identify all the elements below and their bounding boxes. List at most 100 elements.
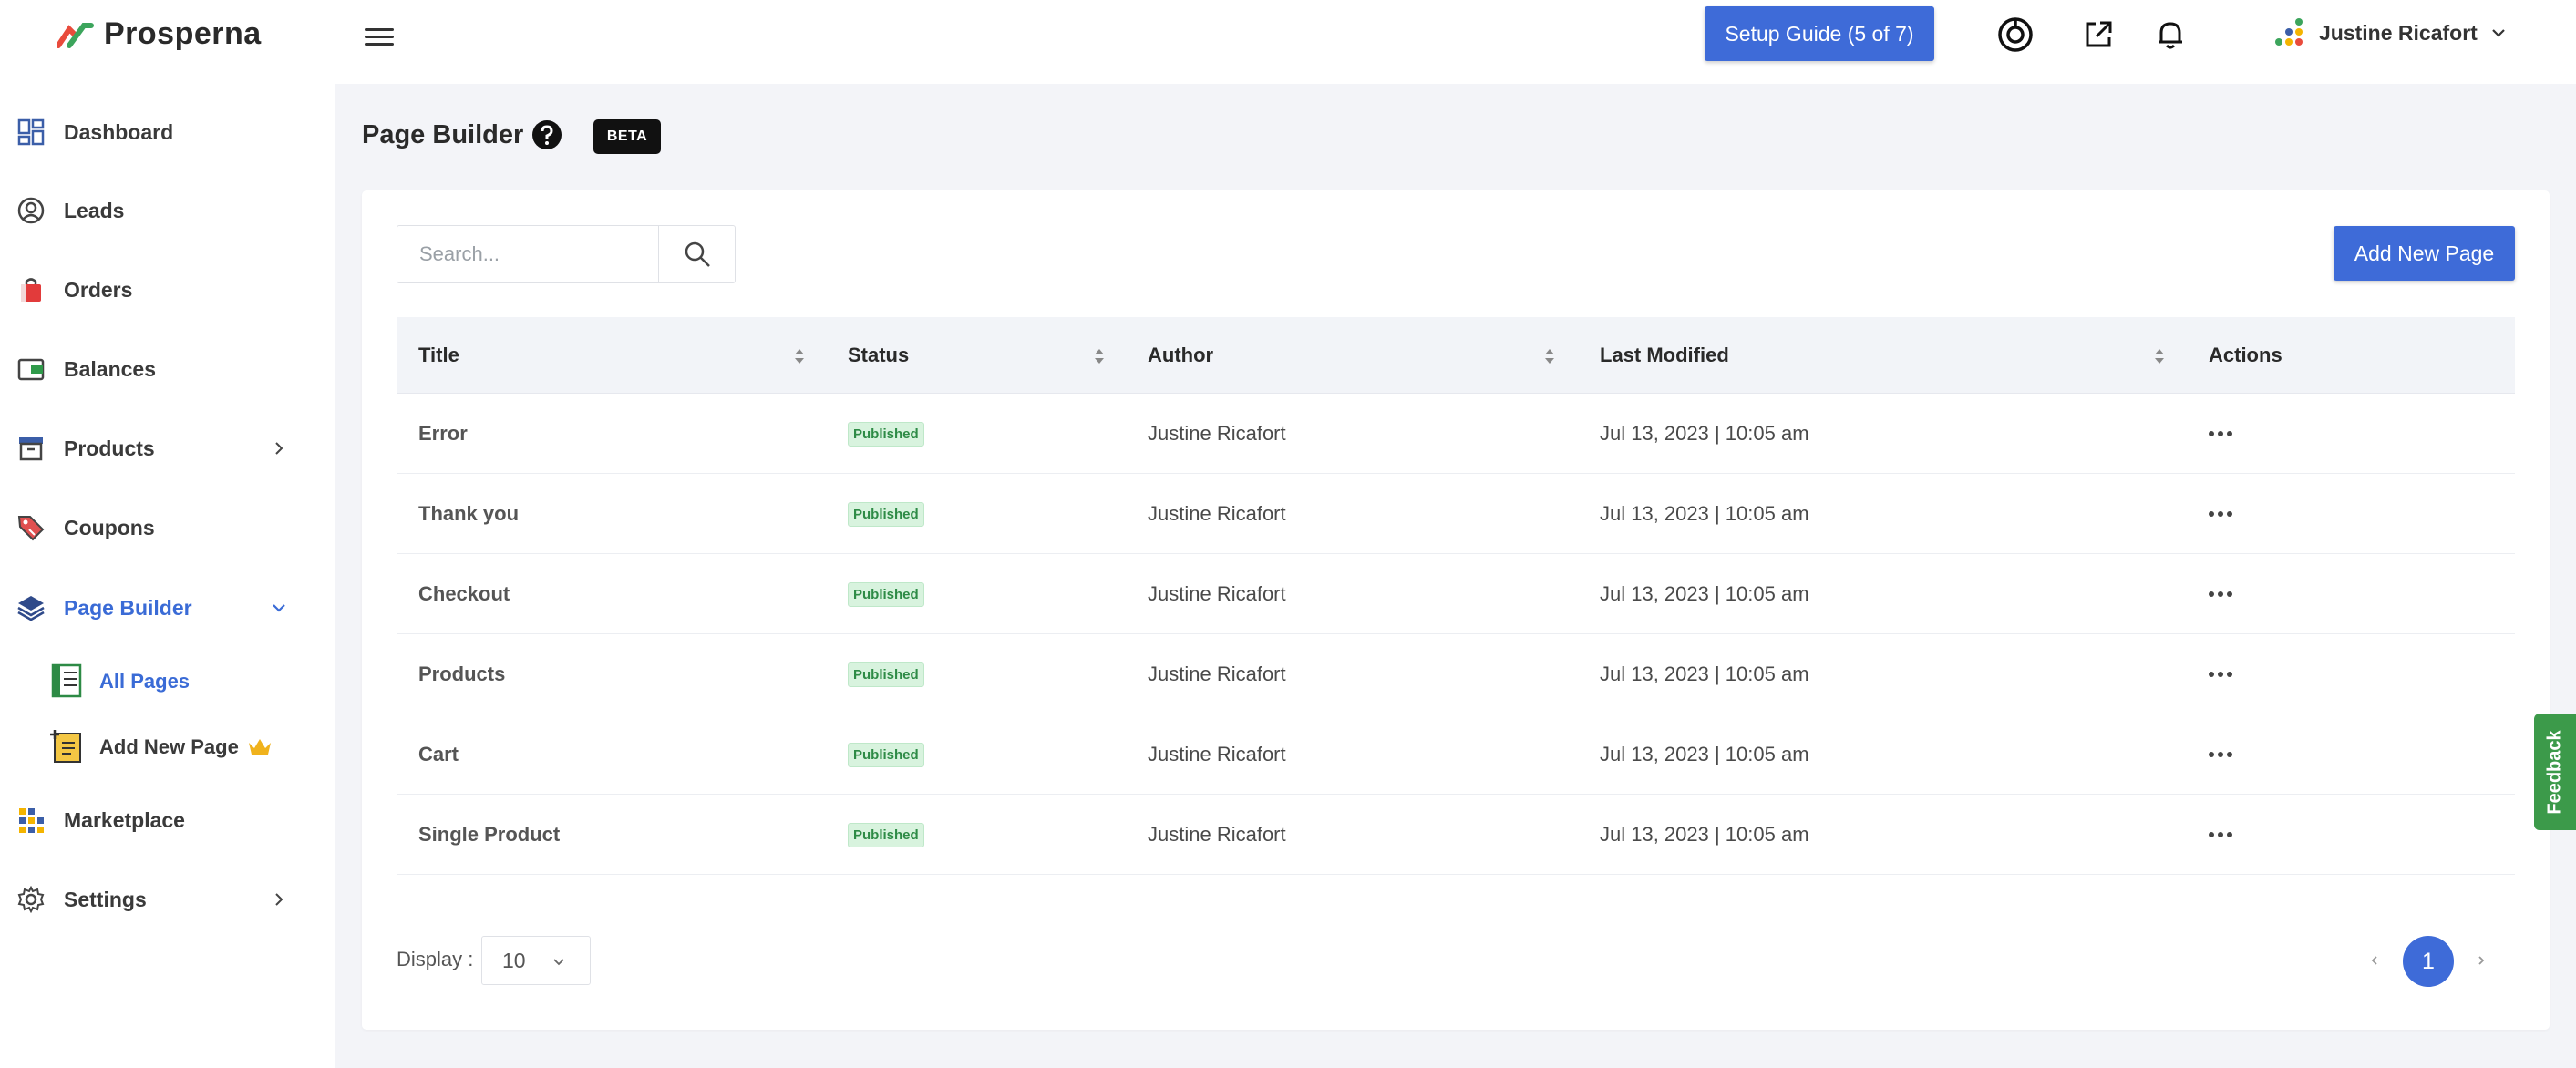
status-badge: Published [848,501,924,527]
more-actions-icon[interactable] [2204,663,2237,685]
status-badge: Published [848,822,924,847]
sidebar-item-marketplace[interactable]: Marketplace [0,793,335,847]
sidebar-item-label: Leads [64,198,125,222]
sidebar-item-label: Orders [64,277,133,302]
sidebar-item-settings[interactable]: Settings [0,872,335,927]
author-cell: Justine Ricafort [1148,582,1286,605]
brand-logo[interactable]: Prosperna [57,16,262,52]
pagination-prev-icon[interactable] [2361,947,2388,974]
column-author[interactable]: Author [1148,317,1213,394]
sidebar-item-label: Settings [64,887,147,911]
table-row: Single Product Published Justine Ricafor… [397,795,2515,875]
sort-icon[interactable] [1543,346,1556,366]
add-new-page-button[interactable]: Add New Page [2334,226,2515,281]
bell-icon[interactable] [2152,16,2189,53]
table-row: Error Published Justine Ricafort Jul 13,… [397,394,2515,474]
dashboard-icon [16,118,46,147]
archive-box-icon [16,434,46,463]
sidebar-item-label: Page Builder [64,595,192,620]
feedback-tab[interactable]: Feedback [2534,714,2576,830]
pages-list-icon [49,662,86,699]
more-actions-icon[interactable] [2204,583,2237,605]
column-status[interactable]: Status [848,317,909,394]
chevron-right-icon [268,437,290,459]
more-actions-icon[interactable] [2204,744,2237,765]
sidebar-item-page-builder[interactable]: Page Builder [0,580,335,635]
sidebar-item-leads[interactable]: Leads [0,183,335,238]
page-title-cell[interactable]: Thank you [418,474,519,554]
author-cell: Justine Ricafort [1148,502,1286,525]
user-menu[interactable]: Justine Ricafort [2275,16,2507,49]
table-row: Cart Published Justine Ricafort Jul 13, … [397,714,2515,795]
pagination-next-icon[interactable] [2468,947,2495,974]
column-last-modified[interactable]: Last Modified [1600,317,1729,394]
sidebar-item-label: Balances [64,356,157,381]
sidebar-item-balances[interactable]: Balances [0,342,335,396]
page-title-cell[interactable]: Cart [418,714,459,795]
sidebar-subitem-add-new-page[interactable]: Add New Page [0,721,335,772]
modified-cell: Jul 13, 2023 | 10:05 am [1600,743,1809,765]
author-cell: Justine Ricafort [1148,743,1286,765]
status-badge: Published [848,662,924,687]
page-title-cell[interactable]: Error [418,394,468,474]
sidebar-item-label: Products [64,436,155,460]
external-link-icon[interactable] [2080,16,2117,53]
prosperna-circle-icon[interactable] [1997,16,2034,53]
column-title[interactable]: Title [418,317,459,394]
display-count-select[interactable]: 10 [481,936,591,985]
user-name: Justine Ricafort [2319,20,2478,45]
beta-badge: BETA [593,119,661,154]
author-cell: Justine Ricafort [1148,662,1286,685]
setup-guide-button[interactable]: Setup Guide (5 of 7) [1705,6,1934,61]
sort-icon[interactable] [2153,346,2166,366]
sort-icon[interactable] [793,346,806,366]
modified-cell: Jul 13, 2023 | 10:05 am [1600,422,1809,445]
search-icon [685,241,710,267]
add-page-icon [49,728,86,765]
grid-dots-icon [16,806,46,835]
table-header: Title Status Author Last Modified Action… [397,317,2515,394]
author-cell: Justine Ricafort [1148,422,1286,445]
help-icon[interactable] [531,119,562,150]
page-title-cell[interactable]: Single Product [418,795,560,875]
search-button[interactable] [658,226,735,282]
sidebar-subitem-label: All Pages [99,670,191,693]
table-row: Products Published Justine Ricafort Jul … [397,634,2515,714]
more-actions-icon[interactable] [2204,824,2237,846]
user-avatar-icon [2275,18,2303,46]
author-cell: Justine Ricafort [1148,823,1286,846]
pages-card: Add New Page Title Status Author Last Mo… [362,190,2550,1030]
page-title-cell[interactable]: Products [418,634,505,714]
sidebar: Prosperna Dashboard Leads Orders Balance… [0,0,335,1068]
display-count-value: 10 [502,948,526,972]
chevron-down-icon [553,959,564,966]
sidebar-item-orders[interactable]: Orders [0,262,335,317]
pages-table: Title Status Author Last Modified Action… [397,317,2515,875]
sort-icon[interactable] [1093,346,1106,366]
sidebar-item-products[interactable]: Products [0,421,335,476]
sidebar-item-dashboard[interactable]: Dashboard [0,105,335,159]
search-box [397,225,736,283]
sidebar-subitem-all-pages[interactable]: All Pages [0,655,335,706]
more-actions-icon[interactable] [2204,503,2237,525]
sidebar-subitem-label: Add New Page [99,735,239,758]
page-title-cell[interactable]: Checkout [418,554,510,634]
display-label: Display : [397,948,474,970]
modified-cell: Jul 13, 2023 | 10:05 am [1600,823,1809,846]
pagination-page[interactable]: 1 [2403,936,2454,987]
column-actions: Actions [2209,344,2282,366]
more-actions-icon[interactable] [2204,423,2237,445]
table-row: Checkout Published Justine Ricafort Jul … [397,554,2515,634]
shopping-bag-icon [16,275,46,304]
sidebar-item-label: Coupons [64,515,155,539]
feedback-label: Feedback [2544,729,2565,815]
user-circle-icon [16,196,46,225]
layers-icon [16,593,46,622]
menu-toggle-icon[interactable] [365,24,394,49]
status-badge: Published [848,581,924,607]
search-input[interactable] [397,226,658,282]
wallet-icon [16,354,46,384]
status-badge: Published [848,421,924,447]
sidebar-item-coupons[interactable]: Coupons [0,500,335,555]
chevron-down-icon [2492,29,2505,37]
